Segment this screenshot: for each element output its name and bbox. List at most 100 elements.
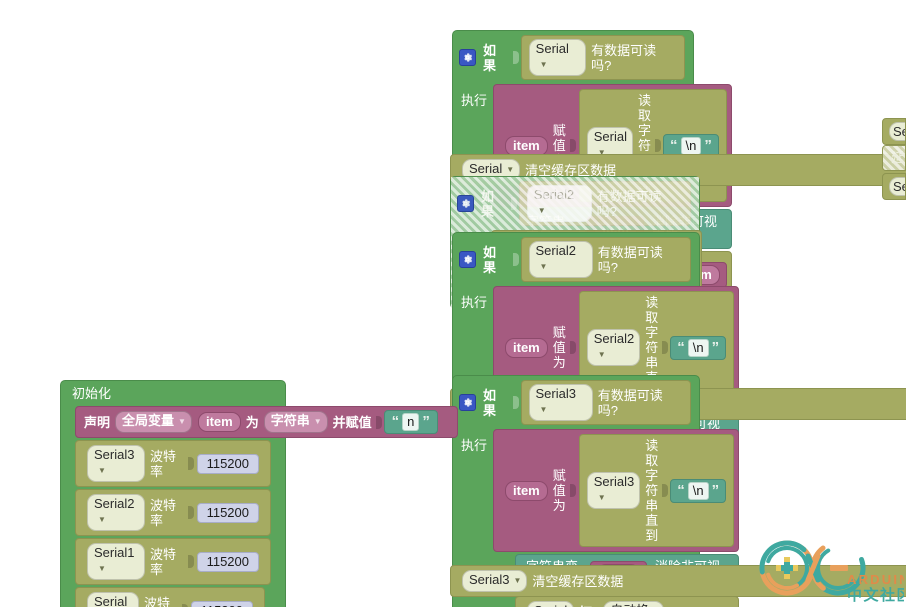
gear-icon[interactable] <box>457 195 474 212</box>
delimiter-socket <box>662 484 669 497</box>
newline-mode-dropdown[interactable]: 自动换行▼ <box>603 601 665 607</box>
string-literal-field[interactable]: n <box>402 413 420 431</box>
close-quote-icon: ” <box>711 338 720 356</box>
edge-port-dropdown[interactable]: Se <box>889 177 905 196</box>
gear-icon[interactable] <box>459 394 476 411</box>
serial2-read-port-dropdown[interactable]: Serial2▼ <box>586 329 641 366</box>
scope-dropdown[interactable]: 全局变量 ▼ <box>115 411 192 433</box>
type-dropdown[interactable]: 字符串 ▼ <box>263 411 328 433</box>
if-label: 如果 <box>483 42 497 73</box>
edge-block-1[interactable]: Se <box>882 118 906 145</box>
disabled-if-header: 如果 Serial2▼ 有数据可读吗? <box>451 177 699 230</box>
serial3-read-port-dropdown[interactable]: Serial3▼ <box>586 472 641 509</box>
chevron-down-icon: ▼ <box>597 350 606 359</box>
assign-label: 赋值为 <box>552 325 566 370</box>
open-quote-icon: “ <box>670 136 678 154</box>
has-data-label: 有数据可读吗? <box>597 387 663 418</box>
string-literal-block[interactable]: “ n ” <box>383 410 438 434</box>
serial-port-dropdown[interactable]: Serial▼ <box>87 592 139 607</box>
watermark-community-text: 中文社区 <box>847 586 904 602</box>
serial2-port-dropdown[interactable]: Serial2▼ <box>87 494 146 531</box>
serial3-port-dropdown[interactable]: Serial3▼ <box>87 445 146 482</box>
delimiter-socket <box>655 139 662 152</box>
flush-label: 清空缓存区数据 <box>532 573 624 589</box>
serial2-available-block[interactable]: Serial2▼ 有数据可读吗? <box>518 181 691 226</box>
close-quote-icon: ” <box>422 413 430 430</box>
serial2-port-dropdown[interactable]: Serial2▼ <box>528 241 593 278</box>
chevron-down-icon: ▼ <box>539 262 548 271</box>
edge-block-3[interactable]: Se <box>882 173 906 200</box>
if-label: 如果 <box>481 188 495 219</box>
edge-block-2-delay[interactable]: 延 <box>882 145 906 171</box>
string-literal-block[interactable]: “ \n ” <box>670 478 727 503</box>
variable-item-pill[interactable]: item <box>505 135 548 156</box>
serial-port-dropdown[interactable]: Serial▼ <box>528 39 587 76</box>
serial2-available-block[interactable]: Serial2▼ 有数据可读吗? <box>520 237 691 282</box>
string-literal-field[interactable]: \n <box>687 338 709 357</box>
chevron-down-icon: ▼ <box>537 206 546 215</box>
serial3-port-dropdown[interactable]: Serial3▼ <box>528 384 593 421</box>
chevron-down-icon: ▼ <box>98 466 106 475</box>
baud-rate-field[interactable]: 115200 <box>196 551 259 572</box>
variable-name-pill[interactable]: item <box>197 412 241 432</box>
gear-icon[interactable] <box>459 251 476 268</box>
serial1-begin-block[interactable]: Serial1▼ 波特率 115200 <box>75 538 271 585</box>
blockly-workspace[interactable]: 如果 Serial▼ 有数据可读吗? 执行 item 赋值为 Serial▼ 读… <box>0 0 906 607</box>
serial-available-block[interactable]: Serial▼ 有数据可读吗? <box>520 35 685 80</box>
serial-print-block[interactable]: Serial▼ 打印 自动换行▼ item <box>515 596 740 607</box>
init-title-row: 初始化 <box>61 381 285 406</box>
serial3-flush-port-dropdown[interactable]: Serial3 ▼ <box>462 570 528 592</box>
init-label: 初始化 <box>72 386 112 401</box>
watermark-brand-text: ARDUINO <box>847 572 904 587</box>
serial1-port-dropdown[interactable]: Serial1▼ <box>87 543 146 580</box>
do-label: 执行 <box>461 295 488 310</box>
if-block-serial3-header: 如果 Serial3▼ 有数据可读吗? <box>453 376 699 429</box>
baud-socket <box>187 555 194 568</box>
serial2-port-dropdown[interactable]: Serial2▼ <box>526 185 592 222</box>
serial3-begin-block[interactable]: Serial3▼ 波特率 115200 <box>75 440 271 487</box>
close-quote-icon: ” <box>711 481 720 499</box>
serial-begin-block[interactable]: Serial▼ 波特率 115200 <box>75 587 265 607</box>
do-label: 执行 <box>461 438 488 453</box>
string-literal-block[interactable]: “ \n ” <box>670 335 727 360</box>
edge-port-dropdown[interactable]: Se <box>889 122 905 141</box>
edge-delay-label: 延 <box>891 150 905 165</box>
string-literal-field[interactable]: \n <box>680 136 702 155</box>
set-item-block[interactable]: item 赋值为 Serial3▼ 读取字符串直到 “ \n ” <box>493 429 740 552</box>
if-condition-socket <box>512 253 519 266</box>
if-condition-socket <box>512 51 519 64</box>
value-socket <box>569 484 576 497</box>
serial3-available-block[interactable]: Serial3▼ 有数据可读吗? <box>520 380 691 425</box>
serial2-begin-block[interactable]: Serial2▼ 波特率 115200 <box>75 489 271 536</box>
chevron-down-icon: ▼ <box>178 417 186 426</box>
declare-variable-block[interactable]: 声明 全局变量 ▼ item 为 字符串 ▼ 并赋值 “ n ” <box>75 406 458 438</box>
delimiter-socket <box>662 341 669 354</box>
serial-print-port-dropdown[interactable]: Serial▼ <box>527 601 574 607</box>
declare-label: 声明 <box>84 414 111 430</box>
string-literal-field[interactable]: \n <box>687 481 709 500</box>
chevron-down-icon: ▼ <box>597 493 606 502</box>
baud-rate-label: 波特率 <box>150 497 177 528</box>
init-block[interactable]: 初始化 声明 全局变量 ▼ item 为 字符串 ▼ 并赋值 “ n ” Seria <box>60 380 458 607</box>
baud-rate-field[interactable]: 115200 <box>190 600 253 607</box>
chevron-down-icon: ▼ <box>98 515 106 524</box>
chevron-down-icon: ▼ <box>539 405 548 414</box>
baud-rate-field[interactable]: 115200 <box>196 502 259 523</box>
serial3-read-string-block[interactable]: Serial3▼ 读取字符串直到 “ \n ” <box>578 434 735 547</box>
gear-icon[interactable] <box>459 49 476 66</box>
chevron-down-icon: ▼ <box>98 564 106 573</box>
if-condition-socket <box>512 396 519 409</box>
variable-item-pill[interactable]: item <box>505 337 548 358</box>
baud-rate-field[interactable]: 115200 <box>196 453 259 474</box>
as-label: 为 <box>245 414 259 430</box>
has-data-label: 有数据可读吗? <box>591 42 657 73</box>
baud-socket <box>187 457 194 470</box>
open-quote-icon: “ <box>391 413 400 430</box>
close-quote-icon: ” <box>704 136 712 154</box>
baud-rate-label: 波特率 <box>150 546 177 577</box>
if-condition-socket <box>510 197 517 210</box>
open-quote-icon: “ <box>677 481 685 499</box>
arduino-community-watermark: ARDUINO 中文社区 <box>752 540 906 604</box>
variable-item-pill[interactable]: item <box>505 480 548 501</box>
chevron-down-icon: ▼ <box>513 576 522 585</box>
